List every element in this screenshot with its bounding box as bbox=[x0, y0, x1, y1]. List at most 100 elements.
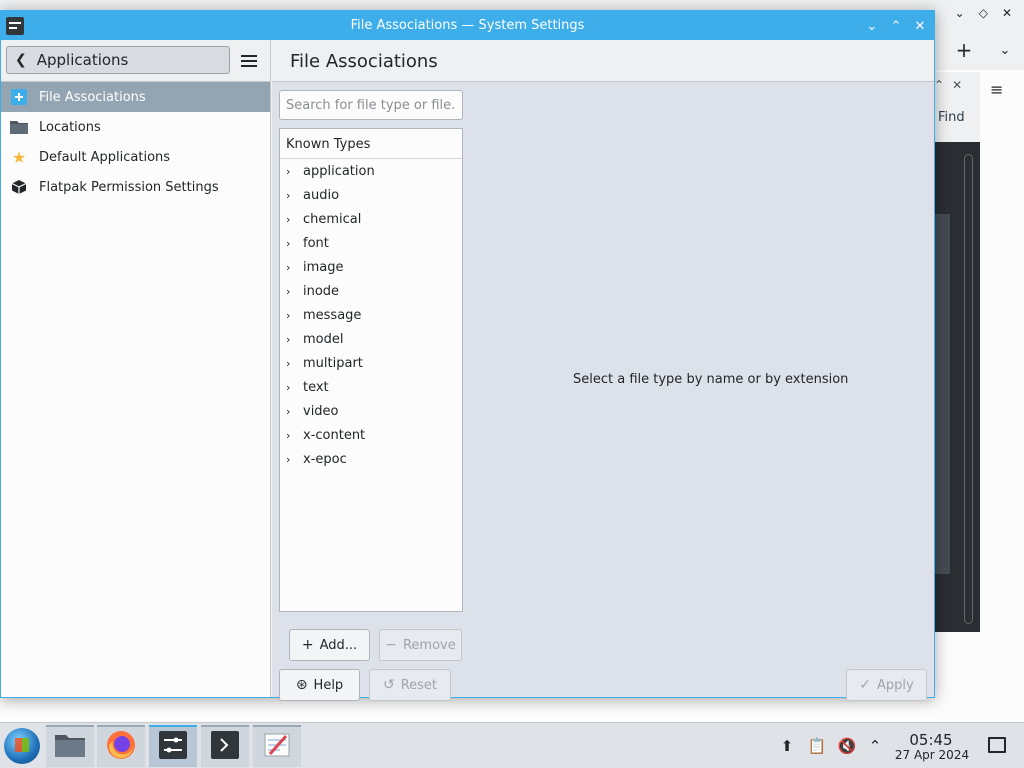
folder-icon bbox=[54, 732, 86, 762]
flatpak-icon bbox=[9, 177, 29, 197]
tree-row-label: font bbox=[303, 235, 329, 251]
help-button[interactable]: ⊛ Help bbox=[279, 669, 360, 701]
chevron-up-icon[interactable]: ⌃ bbox=[934, 78, 944, 92]
close-icon[interactable]: ✕ bbox=[952, 78, 962, 92]
hamburger-menu-icon[interactable] bbox=[239, 52, 259, 68]
menu-icon[interactable]: ≡ bbox=[990, 80, 1003, 99]
reset-button-label: Reset bbox=[400, 677, 438, 693]
window-title: File Associations — System Settings bbox=[350, 18, 585, 33]
tree-row[interactable]: › x-content bbox=[280, 423, 462, 447]
expand-arrow-icon[interactable]: › bbox=[286, 309, 303, 322]
taskbar-text-editor[interactable] bbox=[253, 725, 301, 767]
background-scrollbar[interactable] bbox=[964, 154, 973, 624]
apply-button[interactable]: ✓ Apply bbox=[846, 669, 927, 701]
tree-row-label: application bbox=[303, 163, 375, 179]
expand-arrow-icon[interactable]: › bbox=[286, 405, 303, 418]
close-icon: ✕ bbox=[914, 18, 926, 34]
expand-arrow-icon[interactable]: › bbox=[286, 429, 303, 442]
find-button[interactable]: Find bbox=[938, 110, 965, 125]
expand-arrow-icon[interactable]: › bbox=[286, 333, 303, 346]
tree-row-label: chemical bbox=[303, 211, 362, 227]
sidebar-item-label: File Associations bbox=[39, 89, 146, 105]
tree-row-label: audio bbox=[303, 187, 340, 203]
known-types-tree[interactable]: Known Types › application › audio › chemical ›… bbox=[279, 128, 463, 612]
updates-icon[interactable]: ⬆ bbox=[776, 735, 798, 757]
expand-arrow-icon[interactable]: › bbox=[286, 165, 303, 178]
tree-row[interactable]: › chemical bbox=[280, 207, 462, 231]
close-icon[interactable]: ✕ bbox=[1002, 6, 1012, 20]
terminal-icon bbox=[210, 730, 240, 764]
maximize-icon[interactable]: ◇ bbox=[979, 6, 988, 20]
findbar-controls: ⌃ ✕ bbox=[934, 78, 962, 92]
expand-arrow-icon[interactable]: › bbox=[286, 189, 303, 202]
expand-arrow-icon[interactable]: › bbox=[286, 453, 303, 466]
file-associations-icon bbox=[9, 87, 29, 107]
minimize-button[interactable]: ⌄ bbox=[861, 15, 883, 37]
plus-icon: + bbox=[301, 637, 314, 653]
tree-row[interactable]: › multipart bbox=[280, 351, 462, 375]
expand-arrow-icon[interactable]: › bbox=[286, 381, 303, 394]
tree-row[interactable]: › text bbox=[280, 375, 462, 399]
volume-muted-icon[interactable]: 🔇 bbox=[836, 735, 858, 757]
tree-row[interactable]: › model bbox=[280, 327, 462, 351]
expand-arrow-icon[interactable]: › bbox=[286, 261, 303, 274]
expand-arrow-icon[interactable]: › bbox=[286, 237, 303, 250]
tree-row-label: x-content bbox=[303, 427, 366, 443]
settings-window: File Associations — System Settings ⌄ ⌃ … bbox=[0, 10, 935, 701]
back-button[interactable]: ❮ Applications bbox=[6, 46, 230, 74]
expand-arrow-icon[interactable]: › bbox=[286, 213, 303, 226]
tree-row-label: image bbox=[303, 259, 344, 275]
clock-time[interactable]: 05:45 bbox=[900, 731, 962, 749]
type-list: › application › audio › chemical › font › image › i… bbox=[280, 159, 462, 471]
sidebar-item-file-associations[interactable]: File Associations bbox=[1, 82, 270, 112]
maximize-button[interactable]: ⌃ bbox=[885, 15, 907, 37]
taskbar-system-settings[interactable] bbox=[149, 725, 197, 767]
add-button-label: Add... bbox=[319, 637, 358, 653]
tree-row[interactable]: › video bbox=[280, 399, 462, 423]
taskbar-terminal[interactable] bbox=[201, 725, 249, 767]
page-title: File Associations bbox=[290, 51, 438, 72]
tree-row[interactable]: › message bbox=[280, 303, 462, 327]
remove-button-label: Remove bbox=[402, 637, 456, 653]
chevron-up-icon: ⌃ bbox=[890, 18, 902, 34]
text-editor-icon bbox=[262, 730, 292, 764]
window-titlebar[interactable]: File Associations — System Settings ⌄ ⌃ … bbox=[1, 11, 934, 40]
reset-button[interactable]: ↺ Reset bbox=[369, 669, 451, 701]
sidebar-item-flatpak-permissions[interactable]: Flatpak Permission Settings bbox=[1, 172, 270, 202]
tree-row[interactable]: › application bbox=[280, 159, 462, 183]
clipboard-icon[interactable]: 📋 bbox=[806, 735, 828, 757]
sidebar-item-label: Default Applications bbox=[39, 149, 171, 165]
taskbar-file-manager[interactable] bbox=[46, 725, 94, 767]
clock-date[interactable]: 27 Apr 2024 bbox=[890, 748, 974, 762]
expand-arrow-icon[interactable]: › bbox=[286, 357, 303, 370]
chevron-up-icon[interactable]: ⌃ bbox=[864, 735, 886, 757]
taskbar-firefox[interactable] bbox=[97, 725, 145, 767]
minimize-icon[interactable]: ⌄ bbox=[955, 6, 965, 20]
sidebar-header: ❮ Applications bbox=[1, 40, 270, 82]
close-button[interactable]: ✕ bbox=[909, 15, 931, 37]
tree-row[interactable]: › image bbox=[280, 255, 462, 279]
show-desktop-icon[interactable] bbox=[988, 737, 1006, 753]
tree-row[interactable]: › x-epoc bbox=[280, 447, 462, 471]
remove-button[interactable]: − Remove bbox=[379, 629, 462, 661]
tree-row[interactable]: › font bbox=[280, 231, 462, 255]
sidebar-item-default-applications[interactable]: ★ Default Applications bbox=[1, 142, 270, 172]
add-button[interactable]: + Add... bbox=[289, 629, 370, 661]
background-window-controls: ⌄ ◇ ✕ bbox=[955, 6, 1012, 20]
new-tab-icon[interactable]: + bbox=[944, 30, 984, 70]
tree-row-label: inode bbox=[303, 283, 340, 299]
sidebar-item-label: Flatpak Permission Settings bbox=[39, 179, 219, 195]
background-dark-inner bbox=[934, 214, 950, 574]
application-launcher-icon[interactable] bbox=[4, 728, 40, 764]
search-input[interactable] bbox=[279, 90, 463, 120]
tree-row[interactable]: › inode bbox=[280, 279, 462, 303]
sidebar-item-locations[interactable]: Locations bbox=[1, 112, 270, 142]
tree-row-label: text bbox=[303, 379, 329, 395]
tab-list-chevron-icon[interactable]: ⌄ bbox=[990, 30, 1020, 70]
tree-row[interactable]: › audio bbox=[280, 183, 462, 207]
chevron-left-icon: ❮ bbox=[15, 52, 27, 68]
reset-icon: ↺ bbox=[382, 677, 395, 693]
expand-arrow-icon[interactable]: › bbox=[286, 285, 303, 298]
folder-icon bbox=[9, 117, 29, 137]
tree-row-label: x-epoc bbox=[303, 451, 347, 467]
